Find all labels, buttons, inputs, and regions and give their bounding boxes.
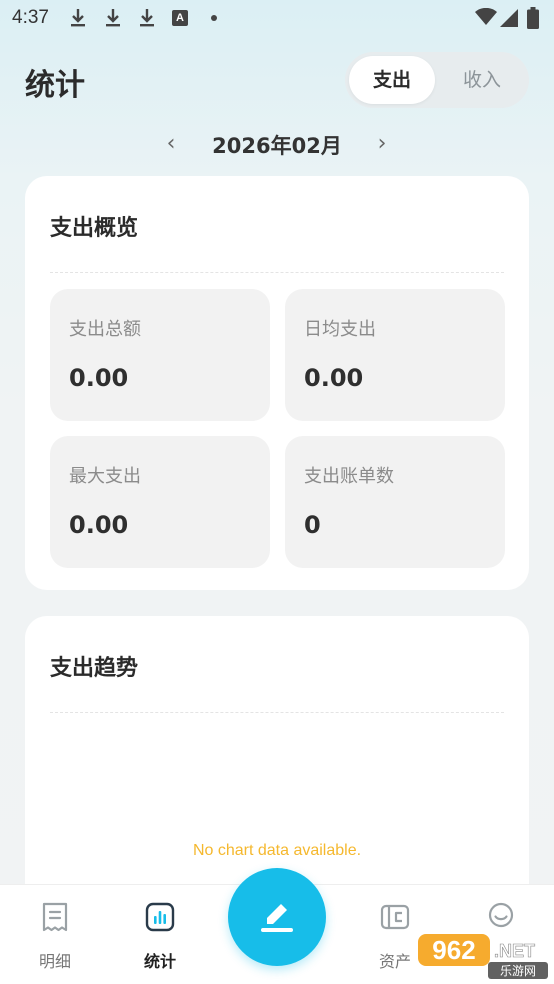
add-record-button[interactable]	[228, 868, 326, 966]
expense-tab-button[interactable]: 支出	[349, 56, 435, 104]
income-tab-button[interactable]: 收入	[439, 56, 525, 104]
stat-total-expense: 支出总额 0.00	[50, 289, 270, 421]
next-month-icon[interactable]: ›	[370, 128, 394, 160]
signal-icon	[500, 9, 518, 27]
status-time: 4:37	[12, 7, 49, 28]
notification-dot-icon	[211, 15, 217, 21]
download-icon	[140, 9, 154, 27]
stat-value: 0.00	[69, 511, 129, 539]
pen-icon	[261, 904, 293, 932]
svg-text:乐游网: 乐游网	[500, 964, 536, 978]
watermark-logo: 962 .NET 乐游网	[418, 934, 548, 979]
svg-text:962: 962	[432, 935, 475, 965]
download-icon	[71, 9, 85, 27]
month-navigator: ‹ 2026年02月 ›	[0, 128, 554, 160]
tab-details[interactable]: 明细	[0, 885, 110, 984]
overview-card: 支出概览 支出总额 0.00 日均支出 0.00 最大支出 0.00 支出账单数…	[25, 176, 529, 590]
month-label[interactable]: 2026年02月	[0, 130, 554, 160]
user-icon	[488, 902, 514, 928]
stat-value: 0	[304, 511, 321, 539]
wallet-icon	[380, 904, 410, 930]
stat-value: 0.00	[304, 364, 364, 392]
battery-icon	[527, 7, 539, 29]
stat-daily-average: 日均支出 0.00	[285, 289, 505, 421]
stat-value: 0.00	[69, 364, 129, 392]
stat-label: 支出账单数	[304, 466, 394, 487]
type-toggle: 支出 收入	[345, 52, 529, 108]
tab-label: 统计	[143, 952, 176, 971]
divider	[50, 272, 504, 273]
stat-max-expense: 最大支出 0.00	[50, 436, 270, 568]
empty-chart-message: No chart data available.	[192, 842, 362, 859]
page-title: 统计	[25, 68, 85, 103]
stat-bill-count: 支出账单数 0	[285, 436, 505, 568]
tab-statistics[interactable]: 统计	[105, 885, 215, 984]
a-app-icon: A	[172, 10, 188, 26]
tab-label: 明细	[38, 952, 71, 971]
wifi-icon	[475, 8, 497, 25]
stat-label: 最大支出	[69, 466, 141, 487]
receipt-icon	[42, 902, 68, 932]
trend-title: 支出趋势	[50, 656, 139, 681]
overview-title: 支出概览	[50, 216, 139, 241]
stat-label: 日均支出	[304, 319, 376, 340]
svg-text:.NET: .NET	[494, 941, 535, 961]
status-bar: 4:37 A	[0, 0, 554, 38]
download-icon	[106, 9, 120, 27]
stat-label: 支出总额	[69, 319, 141, 340]
divider	[50, 712, 504, 713]
bar-chart-icon	[145, 902, 175, 932]
